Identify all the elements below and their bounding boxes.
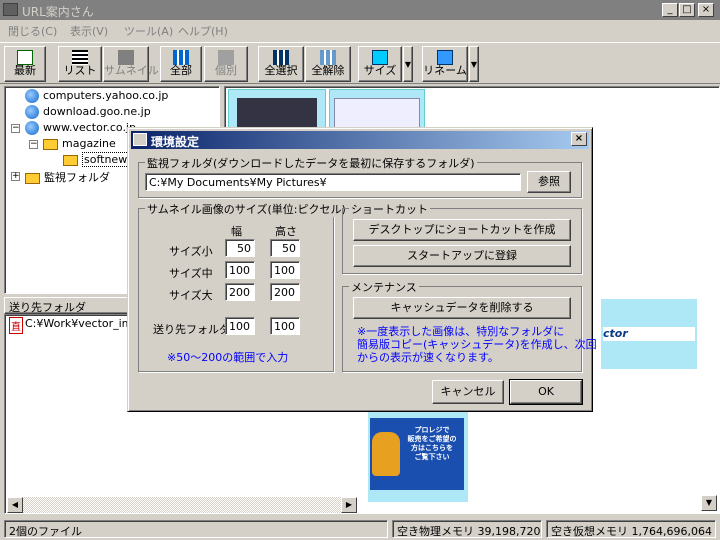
- tree-item-yahoo[interactable]: computers.yahoo.co.jp: [25, 89, 168, 103]
- cancel-button[interactable]: キャンセル: [432, 380, 504, 404]
- dialog-title-bar: 環境設定 ×: [131, 131, 589, 149]
- title-bar: URL案内さん _ □ ×: [0, 0, 720, 20]
- size-small-label: サイズ小: [169, 245, 213, 258]
- expand-icon[interactable]: +: [11, 172, 20, 181]
- size-medium-height[interactable]: 100: [270, 261, 300, 279]
- collapse-icon[interactable]: −: [29, 140, 38, 149]
- select-all-button[interactable]: 全選択: [258, 46, 304, 82]
- size-large-height[interactable]: 200: [270, 283, 300, 301]
- tree-item-softnews[interactable]: softnews: [63, 152, 135, 167]
- folder-icon: [43, 138, 58, 150]
- thumbnail-vector[interactable]: ctor: [601, 299, 697, 369]
- tree-item-vector[interactable]: www.vector.co.jp: [25, 121, 136, 135]
- close-button[interactable]: ×: [698, 3, 714, 17]
- watch-folder-path-input[interactable]: C:¥My Documents¥My Pictures¥: [145, 173, 521, 191]
- tree-item-watch-folder[interactable]: 監視フォルダ: [25, 169, 110, 185]
- all-button[interactable]: 全部: [160, 46, 202, 82]
- size-small-height[interactable]: 50: [270, 239, 300, 257]
- scroll-right-arrow[interactable]: ▶: [341, 497, 357, 513]
- dest-folder-size-label: 送り先フォルダ: [153, 323, 230, 336]
- thumbnail-ad[interactable]: プロレジで 販売をご希望の 方はこちらを ご覧下さい: [368, 412, 468, 502]
- virtual-memory: 空き仮想メモリ 1,764,696,064: [546, 520, 716, 538]
- size-small-width[interactable]: 50: [225, 239, 255, 257]
- maintenance-group: メンテナンス キャッシュデータを削除する ※一度表示した画像は、特別なフォルダに…: [342, 279, 597, 372]
- file-count: 2個のファイル: [4, 520, 388, 538]
- size-medium-width[interactable]: 100: [225, 261, 255, 279]
- size-large-width[interactable]: 200: [225, 283, 255, 301]
- size-button[interactable]: サイズ: [358, 46, 402, 82]
- height-column-header: 高さ: [275, 225, 297, 238]
- status-bar: 2個のファイル 空き物理メモリ 39,198,720 空き仮想メモリ 1,764…: [0, 518, 720, 540]
- collapse-icon[interactable]: −: [11, 124, 20, 133]
- refresh-button[interactable]: 最新: [4, 46, 46, 82]
- thumbnail-size-group: サムネイル画像のサイズ(単位:ピクセル) 幅 高さ サイズ小 50 50 サイズ…: [138, 201, 348, 372]
- rename-dropdown-button[interactable]: ▼: [469, 46, 479, 82]
- startup-register-button[interactable]: スタートアップに登録: [353, 245, 571, 267]
- shortcut-group: ショートカット デスクトップにショートカットを作成 スタートアップに登録: [342, 201, 582, 274]
- dest-path[interactable]: C:¥Work¥vector_ima: [25, 317, 139, 330]
- app-icon: [3, 3, 18, 16]
- clear-cache-button[interactable]: キャッシュデータを削除する: [353, 297, 571, 319]
- settings-icon: [133, 133, 147, 146]
- dest-folder-height[interactable]: 100: [270, 317, 300, 335]
- globe-icon: [25, 89, 39, 103]
- mascot-image: [372, 432, 400, 476]
- dest-folder-width[interactable]: 100: [225, 317, 255, 335]
- dialog-close-button[interactable]: ×: [571, 132, 587, 146]
- width-column-header: 幅: [231, 225, 242, 238]
- horizontal-scrollbar[interactable]: [23, 497, 341, 513]
- desktop-shortcut-button[interactable]: デスクトップにショートカットを作成: [353, 219, 571, 241]
- size-dropdown-button[interactable]: ▼: [403, 46, 413, 82]
- individual-button[interactable]: 個別: [204, 46, 248, 82]
- scroll-down-arrow[interactable]: ▼: [701, 495, 717, 511]
- settings-dialog: 環境設定 × 監視フォルダ(ダウンロードしたデータを最初に保存するフォルダ) C…: [127, 127, 597, 412]
- scroll-left-arrow[interactable]: ◀: [7, 497, 23, 513]
- menu-help[interactable]: ヘルプ(H): [178, 23, 228, 39]
- minimize-button[interactable]: _: [662, 3, 678, 17]
- folder-icon: [63, 154, 78, 166]
- watch-folder-group: 監視フォルダ(ダウンロードしたデータを最初に保存するフォルダ) C:¥My Do…: [138, 155, 582, 198]
- list-button[interactable]: リスト: [58, 46, 102, 82]
- vector-banner: ctor: [603, 327, 695, 341]
- deselect-all-button[interactable]: 全解除: [305, 46, 351, 82]
- toolbar: 最新 リスト サムネイル 全部 個別 全選択 全解除 サイズ ▼ リネーム ▼: [0, 42, 720, 84]
- size-medium-label: サイズ中: [169, 267, 213, 280]
- globe-icon: [25, 121, 39, 135]
- window-title: URL案内さん: [22, 5, 94, 19]
- direct-badge: 直: [9, 317, 23, 334]
- tree-item-goo[interactable]: download.goo.ne.jp: [25, 105, 151, 119]
- physical-memory: 空き物理メモリ 39,198,720: [392, 520, 542, 538]
- thumbnail-button[interactable]: サムネイル: [103, 46, 159, 82]
- browse-button[interactable]: 参照: [527, 171, 571, 193]
- menu-bar: 閉じる(C) 表示(V) ツール(A) ヘルプ(H): [0, 20, 720, 40]
- globe-icon: [25, 105, 39, 119]
- tree-item-magazine[interactable]: magazine: [43, 137, 116, 150]
- ok-button[interactable]: OK: [509, 379, 583, 405]
- size-large-label: サイズ大: [169, 289, 213, 302]
- folder-icon: [25, 172, 40, 184]
- menu-tools[interactable]: ツール(A): [124, 23, 173, 39]
- maximize-button[interactable]: □: [679, 3, 695, 17]
- menu-close[interactable]: 閉じる(C): [8, 23, 57, 39]
- size-range-note: ※50〜200の範囲で入力: [167, 351, 289, 364]
- rename-button[interactable]: リネーム: [422, 46, 468, 82]
- menu-view[interactable]: 表示(V): [70, 23, 108, 39]
- cache-note: ※一度表示した画像は、特別なフォルダに 簡易版コピー(キャッシュデータ)を作成し…: [357, 325, 597, 364]
